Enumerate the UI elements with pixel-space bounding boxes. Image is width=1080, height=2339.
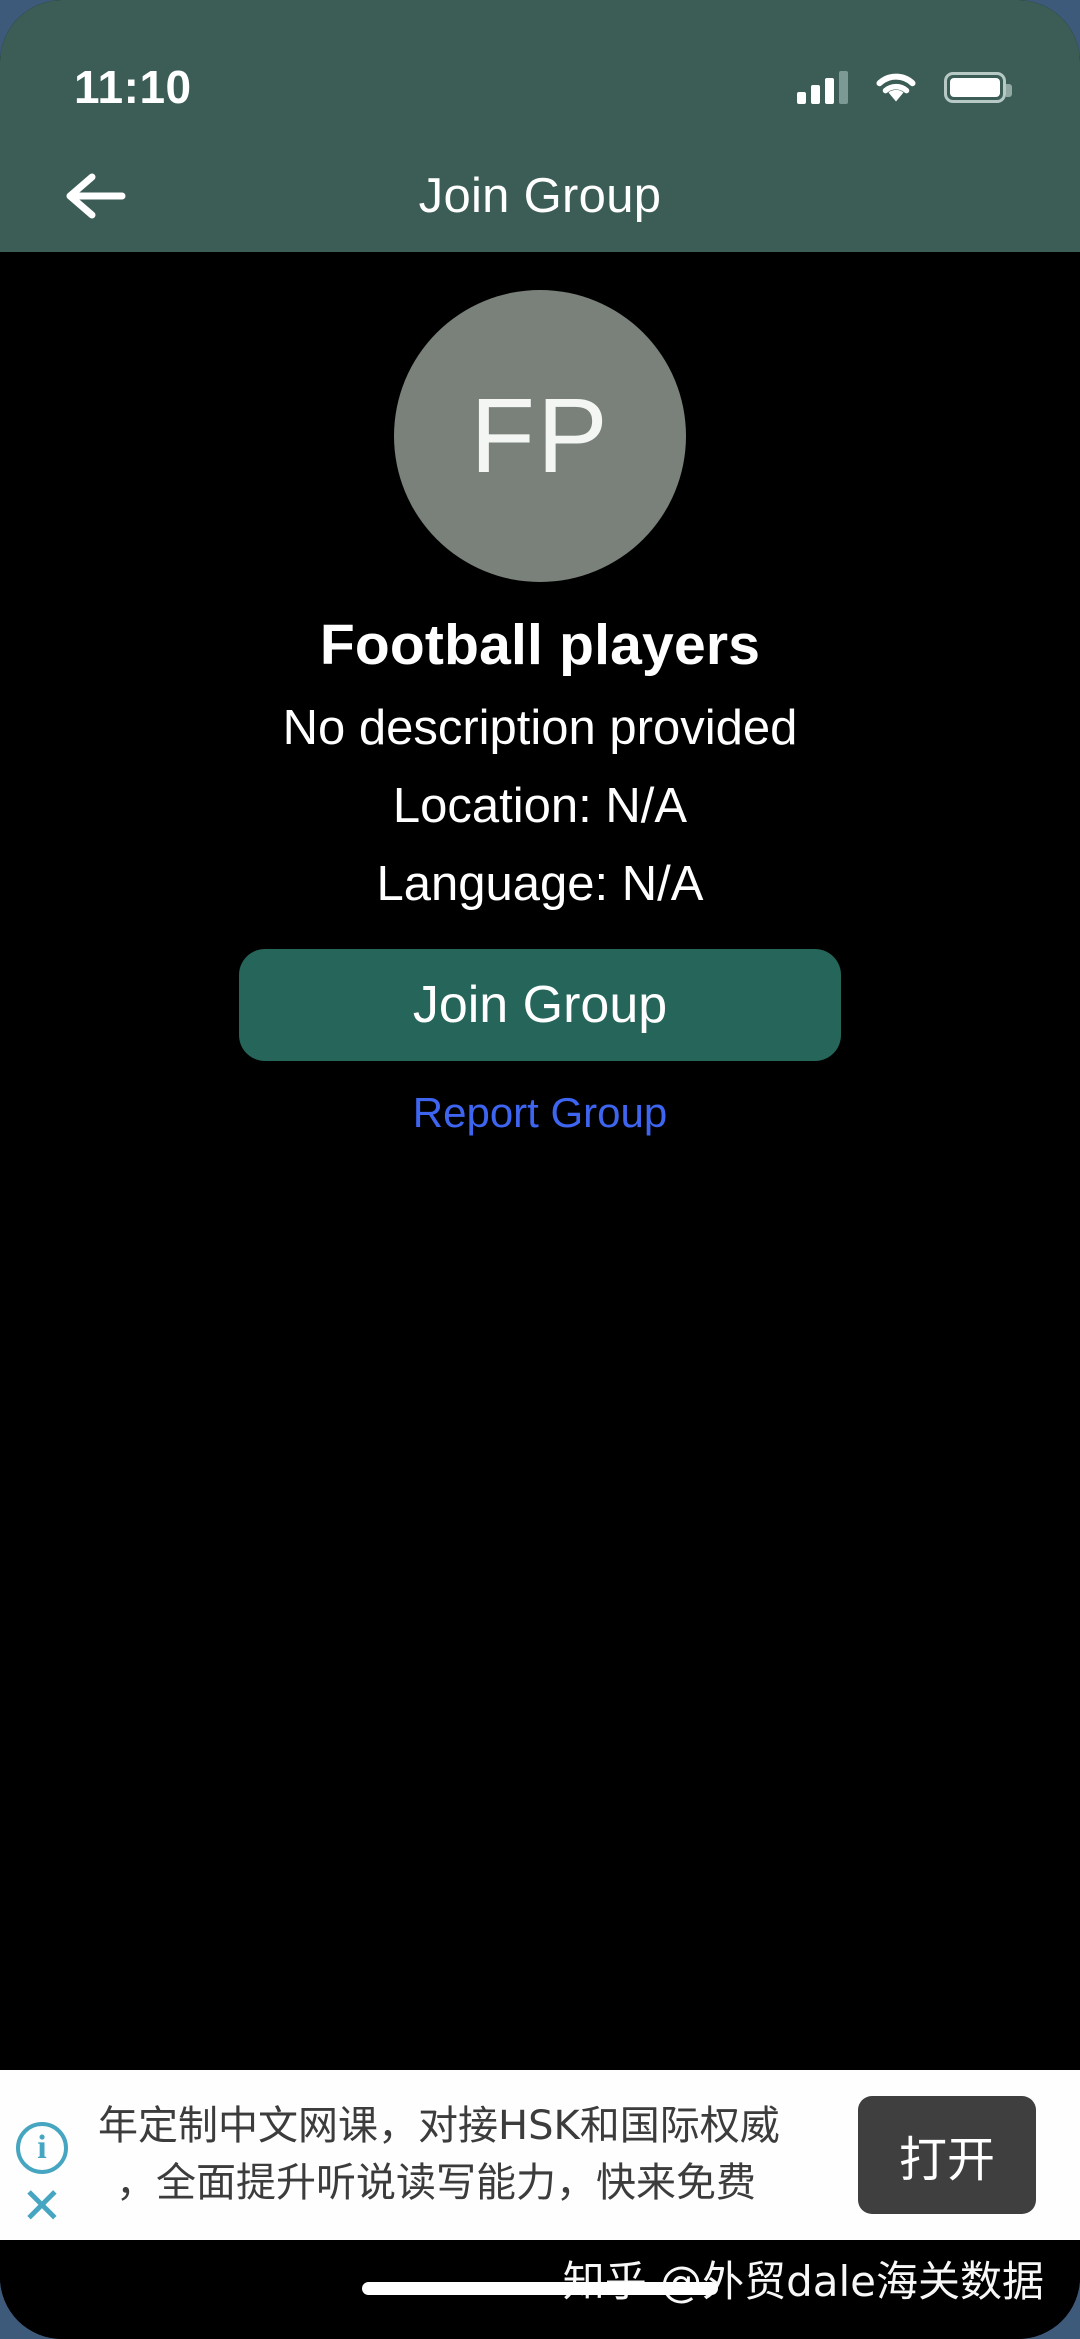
cellular-signal-icon <box>797 70 848 104</box>
ad-text-line-2: ，全面提升听说读写能力，快来免费 <box>116 2160 756 2206</box>
ad-text-line-1: 年定制中文网课，对接HSK和国际权威 <box>98 2103 780 2150</box>
group-description: No description provided <box>282 701 798 755</box>
group-language: Language: N/A <box>376 857 704 911</box>
status-bar: 11:10 <box>0 0 1080 140</box>
ad-controls: i ✕ <box>0 2070 84 2240</box>
battery-icon <box>944 71 1012 103</box>
close-icon[interactable]: ✕ <box>16 2180 68 2232</box>
page-title: Join Group <box>418 169 662 223</box>
status-bar-icons <box>797 70 1012 104</box>
ad-banner[interactable]: i ✕ 年定制中文网课，对接HSK和国际权威 ，全面提升听说读写能力，快来免费 … <box>0 2070 1080 2240</box>
ad-open-button[interactable]: 打开 <box>858 2096 1036 2214</box>
watermark: 知乎 @外贸dale海关数据 <box>562 2257 1044 2306</box>
main-content: FP Football players No description provi… <box>0 252 1080 2339</box>
ad-text: 年定制中文网课，对接HSK和国际权威 ，全面提升听说读写能力，快来免费 <box>84 2098 858 2212</box>
group-location: Location: N/A <box>392 779 688 833</box>
status-bar-clock: 11:10 <box>74 61 192 113</box>
join-group-button[interactable]: Join Group <box>239 949 841 1061</box>
back-arrow-icon[interactable] <box>58 158 134 234</box>
avatar-initials: FP <box>470 376 610 495</box>
avatar: FP <box>394 290 686 582</box>
report-group-link[interactable]: Report Group <box>413 1089 667 1137</box>
group-name: Football players <box>319 613 761 677</box>
nav-bar: Join Group <box>0 140 1080 252</box>
wifi-icon <box>874 70 918 104</box>
phone-screen: 11:10 Join Group FP Football players No … <box>0 0 1080 2339</box>
ad-choices-info-icon[interactable]: i <box>16 2122 68 2174</box>
